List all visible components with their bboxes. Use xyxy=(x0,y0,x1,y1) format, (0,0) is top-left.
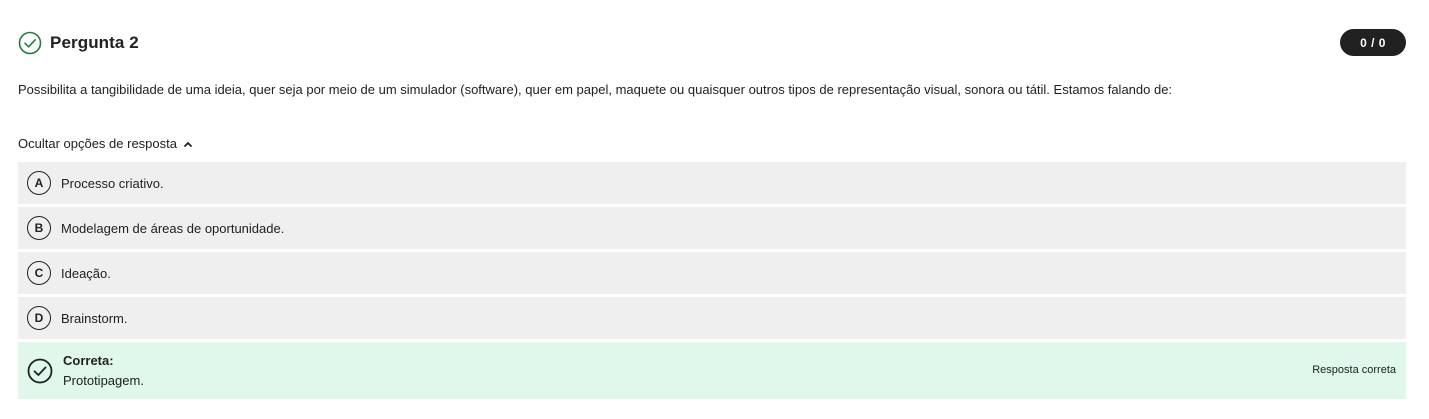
question-text: Possibilita a tangibilidade de uma ideia… xyxy=(18,82,1173,97)
correct-answer-text: Prototipagem. xyxy=(63,373,144,388)
option-letter: C xyxy=(27,261,51,285)
answer-options-list: A Processo criativo. B Modelagem de área… xyxy=(18,162,1406,399)
option-text: Ideação. xyxy=(61,265,111,281)
option-letter: A xyxy=(27,171,51,195)
score-badge: 0 / 0 xyxy=(1340,29,1406,56)
correct-answer-tag: Resposta correta xyxy=(1312,364,1396,376)
toggle-label: Ocultar opções de resposta xyxy=(18,136,177,151)
option-a[interactable]: A Processo criativo. xyxy=(18,162,1406,204)
option-text: Processo criativo. xyxy=(61,175,164,191)
correct-label: Correta: xyxy=(63,353,114,368)
option-letter: B xyxy=(27,216,51,240)
question-card: Pergunta 2 0 / 0 Possibilita a tangibili… xyxy=(0,0,1429,419)
chevron-up-icon xyxy=(184,141,192,147)
option-c[interactable]: C Ideação. xyxy=(18,252,1406,294)
option-text: Modelagem de áreas de oportunidade. xyxy=(61,220,285,236)
option-b[interactable]: B Modelagem de áreas de oportunidade. xyxy=(18,207,1406,249)
option-text: Brainstorm. xyxy=(61,310,128,326)
option-d[interactable]: D Brainstorm. xyxy=(18,297,1406,339)
check-circle-icon xyxy=(18,31,42,55)
option-letter: D xyxy=(27,306,51,330)
question-header: Pergunta 2 xyxy=(18,30,139,56)
correct-answer-block: Correta: Prototipagem. xyxy=(63,353,144,388)
option-correct[interactable]: Correta: Prototipagem. Resposta correta xyxy=(18,342,1406,399)
check-circle-icon xyxy=(27,358,53,383)
toggle-answer-options-button[interactable]: Ocultar opções de resposta xyxy=(18,136,193,151)
question-title: Pergunta 2 xyxy=(50,33,139,52)
